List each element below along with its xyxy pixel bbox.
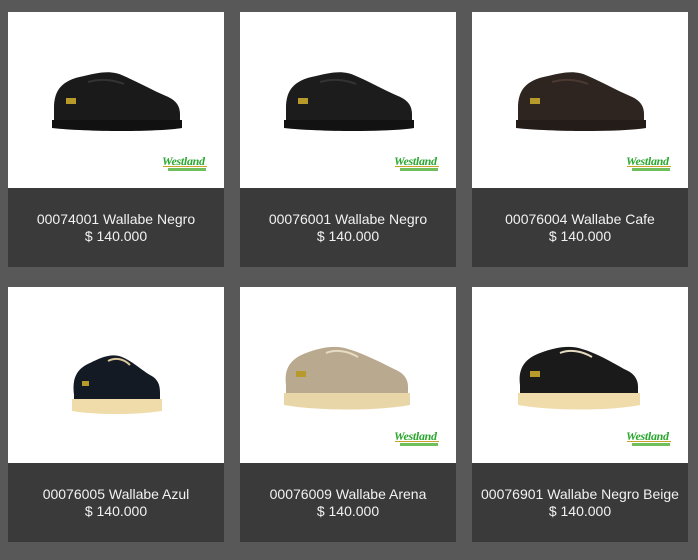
- product-info: 00076005 Wallabe Azul $ 140.000: [8, 463, 224, 542]
- westland-logo: Westland: [626, 154, 676, 174]
- westland-logo: Westland: [394, 154, 444, 174]
- product-image[interactable]: Westland: [240, 287, 456, 463]
- product-card[interactable]: Westland 00076901 Wallabe Negro Beige $ …: [472, 287, 688, 542]
- product-card[interactable]: Westland 00076001 Wallabe Negro $ 140.00…: [240, 12, 456, 267]
- product-card[interactable]: Westland 00076004 Wallabe Cafe $ 140.000: [472, 12, 688, 267]
- product-price: $ 140.000: [316, 228, 380, 244]
- sand-shoe-icon: [284, 346, 410, 410]
- product-title[interactable]: 00076004 Wallabe Cafe: [505, 211, 655, 227]
- product-title[interactable]: 00076009 Wallabe Arena: [270, 486, 427, 502]
- black-shoe-icon: [284, 72, 414, 131]
- product-title[interactable]: 00076001 Wallabe Negro: [269, 211, 427, 227]
- westland-logo: Westland: [626, 429, 676, 449]
- product-price: $ 140.000: [548, 503, 612, 519]
- westland-logo: Westland: [162, 154, 212, 174]
- brown-shoe-icon: [516, 72, 646, 131]
- product-image[interactable]: Westland: [472, 12, 688, 188]
- black-beige-shoe-icon: [518, 346, 640, 410]
- product-title[interactable]: 00076901 Wallabe Negro Beige: [481, 486, 679, 502]
- navy-shoe-icon: [72, 355, 162, 414]
- product-image[interactable]: Westland: [8, 12, 224, 188]
- product-title[interactable]: 00076005 Wallabe Azul: [43, 486, 190, 502]
- product-price: $ 140.000: [84, 503, 148, 519]
- product-image[interactable]: Westland: [472, 287, 688, 463]
- product-price: $ 140.000: [548, 228, 612, 244]
- product-image[interactable]: [8, 287, 224, 463]
- product-grid: Westland 00074001 Wallabe Negro $ 140.00…: [0, 0, 698, 560]
- westland-logo: Westland: [394, 429, 444, 449]
- product-title[interactable]: 00074001 Wallabe Negro: [37, 211, 195, 227]
- product-image[interactable]: Westland: [240, 12, 456, 188]
- product-price: $ 140.000: [84, 228, 148, 244]
- product-info: 00074001 Wallabe Negro $ 140.000: [8, 188, 224, 267]
- product-info: 00076004 Wallabe Cafe $ 140.000: [472, 188, 688, 267]
- product-card[interactable]: Westland 00074001 Wallabe Negro $ 140.00…: [8, 12, 224, 267]
- product-info: 00076901 Wallabe Negro Beige $ 140.000: [472, 463, 688, 542]
- product-price: $ 140.000: [316, 503, 380, 519]
- product-info: 00076001 Wallabe Negro $ 140.000: [240, 188, 456, 267]
- product-card[interactable]: 00076005 Wallabe Azul $ 140.000: [8, 287, 224, 542]
- product-info: 00076009 Wallabe Arena $ 140.000: [240, 463, 456, 542]
- black-shoe-icon: [52, 72, 182, 131]
- product-card[interactable]: Westland 00076009 Wallabe Arena $ 140.00…: [240, 287, 456, 542]
